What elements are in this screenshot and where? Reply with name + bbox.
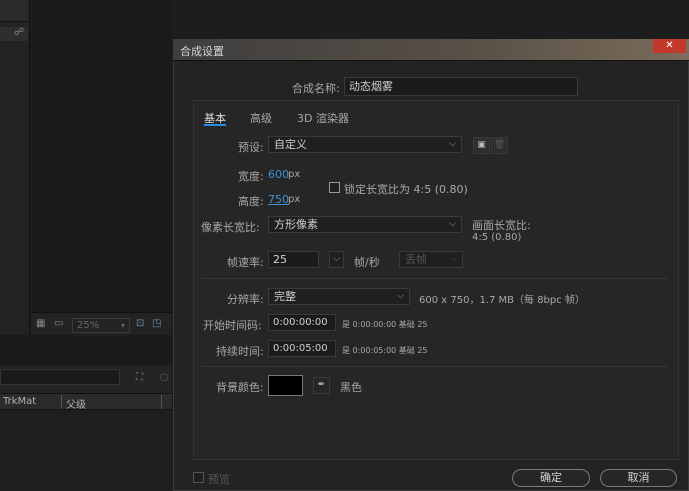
comp-name-input[interactable]: 动态烟雾 — [344, 77, 578, 96]
width-label: 宽度: — [238, 170, 264, 183]
pixel-aspect-label: 像素长宽比: — [201, 221, 260, 234]
pixel-aspect-value: 方形像素 — [274, 218, 318, 231]
column-separator — [161, 395, 162, 409]
tab-advanced[interactable]: 高级 — [250, 110, 272, 126]
duration-input[interactable]: 0:00:05:00 — [268, 340, 336, 357]
cancel-button[interactable]: 取消 — [600, 469, 677, 487]
frame-rate-input[interactable]: 25 — [268, 251, 319, 268]
resolution-select[interactable]: 完整 ⌵ — [268, 288, 410, 305]
drop-frame-value: 丢帧 — [405, 253, 427, 266]
project-panel — [0, 0, 30, 335]
duration-label: 持续时间: — [216, 345, 264, 358]
resolution-info: 600 x 750，1.7 MB（每 8bpc 帧） — [419, 295, 585, 306]
trash-icon: 🗑 — [493, 140, 506, 150]
monitor-icon[interactable]: ▭ — [54, 318, 63, 329]
start-timecode-note: 是 0:00:00:00 基础 25 — [342, 320, 428, 329]
background-color-name: 黑色 — [340, 381, 362, 394]
preview-checkbox[interactable] — [193, 472, 204, 483]
region-icon[interactable]: ⊡ — [136, 318, 144, 329]
frame-rate-unit: 帧/秒 — [354, 256, 380, 269]
chevron-down-icon: ⌵ — [449, 219, 456, 229]
project-panel-toolbar: ☍ — [0, 27, 28, 41]
eyedropper-button[interactable]: ✒ — [313, 377, 330, 394]
save-preset-icon: ▣ — [477, 140, 486, 150]
ok-button[interactable]: 确定 — [512, 469, 590, 487]
frame-rate-label: 帧速率: — [227, 256, 264, 269]
lock-aspect-checkbox[interactable] — [329, 182, 340, 193]
eyedropper-icon: ✒ — [317, 380, 326, 390]
start-timecode-input[interactable]: 0:00:00:00 — [268, 314, 336, 331]
motion-blur-icon[interactable]: ◌ — [160, 372, 169, 383]
save-preset-button[interactable]: ▣ — [473, 137, 490, 154]
width-unit: px — [288, 169, 301, 180]
delete-preset-button[interactable]: 🗑 — [491, 137, 508, 154]
drop-frame-select[interactable]: 丢帧 ⌵ — [399, 251, 463, 268]
frame-aspect-label: 画面长宽比: — [472, 219, 531, 232]
section-divider — [201, 278, 667, 279]
chevron-down-icon: ▾ — [120, 321, 125, 330]
column-parent[interactable]: 父级 — [66, 396, 86, 411]
active-tab-indicator — [204, 124, 226, 126]
zoom-select[interactable]: 25% ▾ — [72, 318, 130, 333]
project-panel-header — [0, 0, 28, 22]
width-value[interactable]: 600 — [268, 168, 289, 181]
settings-group — [193, 100, 679, 460]
frame-aspect-value: 4:5 (0.80) — [472, 232, 522, 243]
section-divider — [201, 366, 667, 367]
chevron-down-icon: ⌵ — [397, 291, 404, 301]
chevron-down-icon: ⌵ — [333, 254, 340, 264]
timeline-search-input[interactable] — [0, 369, 120, 385]
close-icon: ✕ — [665, 40, 674, 51]
height-value[interactable]: 750 — [268, 193, 289, 206]
close-button[interactable]: ✕ — [653, 39, 686, 53]
duration-note: 是 0:00:05:00 基础 25 — [342, 346, 428, 355]
preset-label: 预设: — [238, 141, 264, 154]
comp-name-label: 合成名称: — [292, 82, 340, 95]
start-timecode-label: 开始时间码: — [203, 319, 262, 332]
column-trkmat[interactable]: TrkMat — [3, 396, 36, 407]
graph-editor-icon[interactable]: ⛶ — [136, 372, 143, 383]
dialog-titlebar[interactable] — [173, 39, 689, 61]
chevron-down-icon: ⌵ — [449, 139, 456, 149]
timeline-column-header: TrkMat 父级 — [0, 393, 172, 411]
lock-aspect-label: 锁定长宽比为 4:5 (0.80) — [344, 183, 468, 196]
preset-select[interactable]: 自定义 ⌵ — [268, 136, 462, 153]
timeline-body — [0, 410, 172, 491]
composition-viewer — [31, 0, 172, 312]
tab-3d-renderer[interactable]: 3D 渲染器 — [297, 110, 349, 126]
height-label: 高度: — [238, 195, 264, 208]
network-icon[interactable]: ☍ — [14, 27, 24, 38]
frame-rate-dropdown[interactable]: ⌵ — [329, 251, 344, 268]
background-color-swatch[interactable] — [268, 375, 303, 396]
grid-icon[interactable]: ▦ — [36, 318, 45, 329]
dialog-title: 合成设置 — [180, 45, 224, 58]
chevron-down-icon: ⌵ — [450, 254, 457, 264]
height-unit: px — [288, 194, 301, 205]
resolution-value: 完整 — [274, 290, 296, 303]
preset-value: 自定义 — [274, 138, 307, 151]
pixel-aspect-select[interactable]: 方形像素 ⌵ — [268, 216, 462, 233]
preview-label: 预览 — [208, 473, 230, 486]
column-separator — [61, 395, 62, 409]
panel-divider — [0, 335, 172, 365]
background-color-label: 背景颜色: — [216, 381, 264, 394]
transparency-icon[interactable]: ◳ — [152, 318, 161, 329]
resolution-label: 分辨率: — [227, 293, 264, 306]
